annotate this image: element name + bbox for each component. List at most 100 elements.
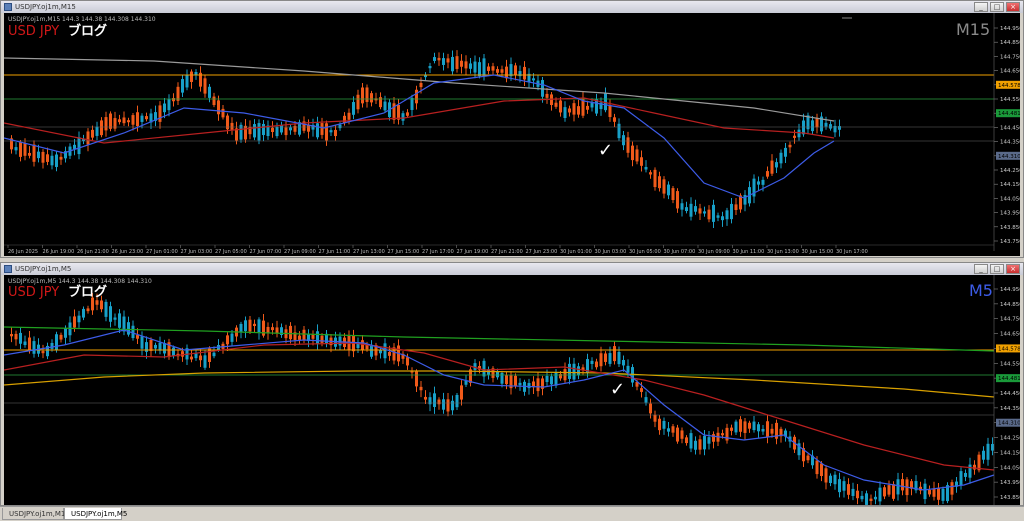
candle-body — [41, 151, 45, 163]
candle-body — [505, 66, 508, 79]
window-title: USDJPY.oj1m,M15 — [15, 3, 76, 11]
chart-window-m5[interactable]: USDJPY.oj1m,M5 _ □ × 144.950 144.850 144.7… — [0, 262, 1024, 506]
price-tick: 144.850 — [1000, 302, 1020, 308]
checkmark-icon: ✓ — [598, 140, 613, 161]
close-button[interactable]: × — [1006, 2, 1020, 12]
candle-body — [271, 327, 274, 331]
candle-body — [419, 386, 423, 391]
candle-body — [869, 498, 873, 501]
minimize-button[interactable]: _ — [974, 2, 988, 12]
candle-body — [140, 115, 144, 122]
chart-window-m15[interactable]: USDJPY.oj1m,M15 _ □ × 144.950144.850144.… — [0, 0, 1024, 258]
candle-body — [707, 437, 711, 444]
candle-body — [37, 151, 40, 159]
candle-body — [316, 123, 319, 138]
candle-body — [838, 479, 841, 493]
candle-body — [91, 129, 94, 138]
candle-body — [698, 208, 702, 214]
chart-canvas-m15[interactable]: 144.950 144.850 144.750 144.650 144.578 144.5… — [4, 13, 1020, 256]
price-tick: 143.950 — [1000, 480, 1020, 486]
time-tick: 27 Jun 13:00 — [353, 249, 385, 255]
candle-body — [757, 181, 760, 185]
chart-canvas-m5[interactable]: 144.950 144.850 144.750 144.650 144.578 144.5… — [4, 275, 1020, 505]
ma-slow-line — [4, 57, 835, 122]
candle-body — [185, 74, 189, 88]
time-tick: 27 Jun 15:00 — [388, 249, 420, 255]
candle-body — [131, 115, 135, 125]
candle-body — [734, 421, 738, 433]
price-chart-m15[interactable]: 144.950 144.850 144.750 144.650 144.578 144.5… — [4, 13, 1020, 256]
candle-body — [289, 127, 292, 131]
candle-body — [640, 388, 643, 392]
candle-body — [829, 124, 832, 129]
price-tag-label: 144.310 — [998, 154, 1020, 160]
candle-body — [644, 166, 648, 170]
time-tick: 30 Jun 17:00 — [836, 249, 868, 255]
close-button[interactable]: × — [1006, 264, 1020, 274]
candle-body — [712, 434, 715, 442]
candle-body — [127, 322, 130, 335]
candle-body — [302, 329, 306, 341]
candle-body — [667, 184, 670, 196]
candle-body — [586, 105, 589, 110]
candle-body — [784, 147, 787, 157]
candle-body — [518, 382, 522, 386]
candle-body — [388, 352, 391, 356]
time-tick: 30 Jun 07:00 — [664, 249, 696, 255]
price-tick: 144.950 — [1000, 26, 1020, 32]
candle-body — [379, 350, 382, 354]
blog-label: ブログ — [68, 284, 107, 300]
price-tick: 144.250 — [1000, 436, 1020, 442]
candle-body — [482, 360, 486, 377]
candle-body — [334, 129, 337, 137]
maximize-button[interactable]: □ — [990, 2, 1004, 12]
candle-body — [896, 479, 900, 495]
candle-body — [136, 112, 139, 127]
candle-body — [730, 427, 733, 431]
minimize-button[interactable]: _ — [974, 264, 988, 274]
candle-body — [347, 112, 351, 120]
candle-body — [163, 103, 166, 113]
candle-body — [446, 399, 450, 412]
price-tick: 144.550 — [1000, 361, 1020, 367]
price-chart-m5[interactable]: 144.950 144.850 144.750 144.650 144.578 144.5… — [4, 275, 1020, 505]
candle-body — [352, 102, 355, 115]
time-tick: 27 Jun 21:00 — [491, 249, 523, 255]
candle-body — [811, 120, 814, 132]
candle-body — [509, 64, 513, 77]
candle-body — [626, 365, 630, 373]
tab-usdjpy-m15[interactable]: USDJPY.oj1m,M15 — [2, 508, 70, 520]
candle-body — [568, 108, 571, 113]
candle-body — [203, 355, 207, 368]
candle-body — [190, 71, 193, 82]
candle-body — [77, 315, 81, 323]
candle-body — [113, 317, 117, 320]
candle-body — [95, 126, 99, 136]
brand-label: USD JPY — [8, 24, 59, 39]
candle-body — [712, 204, 715, 222]
candle-body — [383, 343, 387, 359]
candle-body — [424, 396, 427, 400]
candle-body — [145, 116, 148, 120]
candle-body — [338, 124, 342, 129]
candle-body — [437, 57, 441, 61]
window-titlebar[interactable]: USDJPY.oj1m,M5 _ □ × — [1, 263, 1023, 275]
price-tick: 143.950 — [1000, 211, 1020, 217]
candle-body — [622, 359, 625, 366]
candle-body — [163, 343, 166, 354]
candle-body — [73, 144, 76, 149]
candle-body — [964, 472, 967, 477]
price-tag-label: 144.481 — [998, 376, 1020, 382]
candle-body — [689, 433, 693, 449]
candle-body — [883, 487, 886, 497]
candle-body — [824, 468, 828, 483]
candle-body — [662, 179, 666, 194]
candle-body — [437, 399, 441, 405]
maximize-button[interactable]: □ — [990, 264, 1004, 274]
price-tag-label: 144.578 — [998, 83, 1020, 89]
candle-body — [118, 313, 121, 328]
candle-body — [244, 320, 247, 332]
window-titlebar[interactable]: USDJPY.oj1m,M15 _ □ × — [1, 1, 1023, 13]
tab-usdjpy-m5[interactable]: USDJPY.oj1m,M5 — [64, 508, 127, 520]
candle-body — [761, 179, 765, 185]
